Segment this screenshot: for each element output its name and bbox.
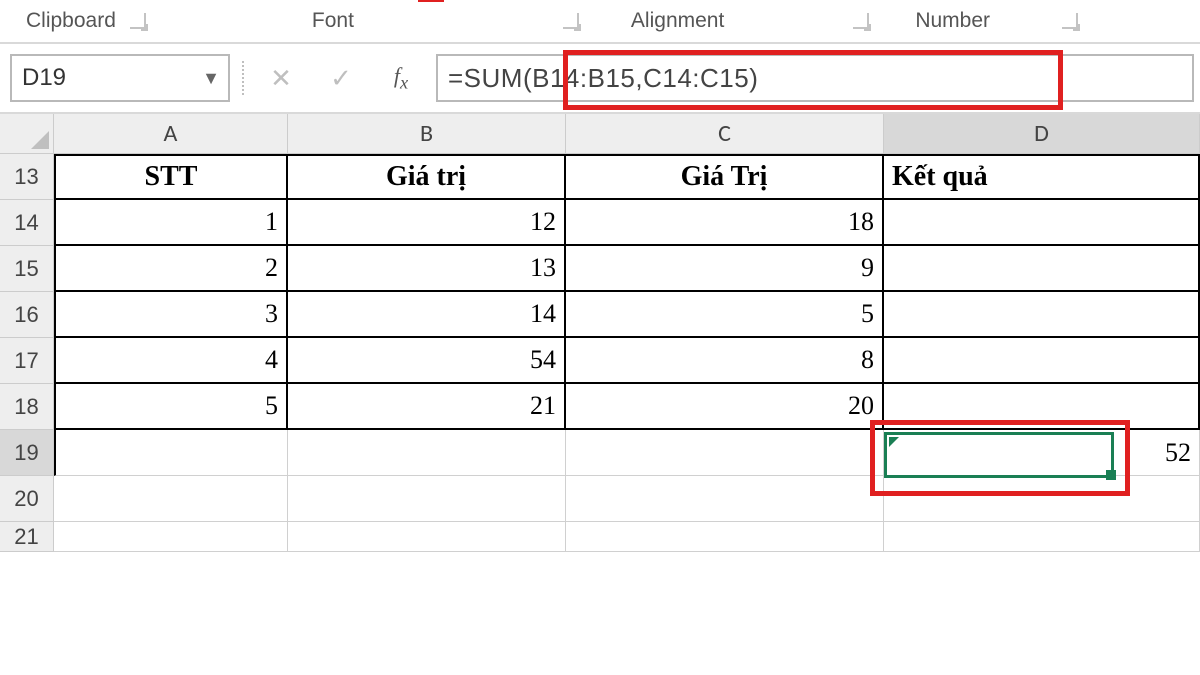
col-header-D[interactable]: D: [884, 114, 1200, 154]
formula-input[interactable]: =SUM(B14:B15,C14:C15): [436, 54, 1194, 102]
cell[interactable]: [288, 522, 566, 552]
row-header[interactable]: 14: [0, 200, 54, 246]
cell[interactable]: Kết quả: [884, 154, 1200, 200]
group-alignment: Alignment: [627, 9, 728, 33]
cell[interactable]: [884, 522, 1200, 552]
cell[interactable]: 21: [288, 384, 566, 430]
cell[interactable]: 54: [288, 338, 566, 384]
enter-button[interactable]: ✓: [316, 54, 366, 102]
cell[interactable]: [288, 430, 566, 476]
cell[interactable]: 14: [288, 292, 566, 338]
cell[interactable]: 2: [54, 246, 288, 292]
formula-bar-row: D19 ▼ ✕ ✓ fx =SUM(B14:B15,C14:C15): [0, 44, 1200, 114]
cell[interactable]: 1: [54, 200, 288, 246]
row-header[interactable]: 21: [0, 522, 54, 552]
decorative-strip: [418, 0, 444, 2]
group-number: Number: [911, 9, 994, 33]
group-clipboard: Clipboard: [22, 9, 120, 33]
cell[interactable]: [566, 430, 884, 476]
row-header[interactable]: 17: [0, 338, 54, 384]
cancel-button[interactable]: ✕: [256, 54, 306, 102]
cell[interactable]: 12: [288, 200, 566, 246]
col-header-C[interactable]: C: [566, 114, 884, 154]
cell[interactable]: 5: [54, 384, 288, 430]
cell[interactable]: 20: [566, 384, 884, 430]
name-box[interactable]: D19 ▼: [10, 54, 230, 102]
cell[interactable]: [54, 430, 288, 476]
select-all-button[interactable]: [0, 114, 54, 154]
cell[interactable]: [566, 522, 884, 552]
row-header[interactable]: 16: [0, 292, 54, 338]
cell[interactable]: 13: [288, 246, 566, 292]
ribbon-group-labels: Clipboard Font Alignment Number: [0, 0, 1200, 44]
cell[interactable]: [884, 338, 1200, 384]
launcher-icon[interactable]: [1062, 13, 1078, 29]
cell[interactable]: 8: [566, 338, 884, 384]
cell[interactable]: [54, 476, 288, 522]
col-header-A[interactable]: A: [54, 114, 288, 154]
row-header[interactable]: 15: [0, 246, 54, 292]
cell[interactable]: [54, 522, 288, 552]
cell[interactable]: [884, 476, 1200, 522]
cell[interactable]: [884, 384, 1200, 430]
launcher-icon[interactable]: [853, 13, 869, 29]
cell[interactable]: STT: [54, 154, 288, 200]
group-font: Font: [308, 9, 358, 33]
cell[interactable]: 18: [566, 200, 884, 246]
row-header[interactable]: 13: [0, 154, 54, 200]
col-header-B[interactable]: B: [288, 114, 566, 154]
cell[interactable]: 5: [566, 292, 884, 338]
cell[interactable]: Giá Trị: [566, 154, 884, 200]
cell[interactable]: [884, 292, 1200, 338]
cell[interactable]: Giá trị: [288, 154, 566, 200]
formula-text: =SUM(B14:B15,C14:C15): [448, 63, 758, 94]
cell[interactable]: 4: [54, 338, 288, 384]
cell[interactable]: [288, 476, 566, 522]
row-header[interactable]: 18: [0, 384, 54, 430]
cell[interactable]: 9: [566, 246, 884, 292]
spreadsheet-grid[interactable]: A B C D 13 STT Giá trị Giá Trị Kết quả 1…: [0, 114, 1200, 552]
cell[interactable]: [884, 246, 1200, 292]
row-header[interactable]: 20: [0, 476, 54, 522]
dropdown-icon[interactable]: ▼: [194, 68, 228, 89]
row-header[interactable]: 19: [0, 430, 54, 476]
launcher-icon[interactable]: [563, 13, 579, 29]
launcher-icon[interactable]: [130, 13, 146, 29]
cell[interactable]: 3: [54, 292, 288, 338]
cell[interactable]: [566, 476, 884, 522]
name-box-value: D19: [12, 64, 194, 92]
divider: [242, 61, 244, 95]
cell[interactable]: [884, 200, 1200, 246]
insert-function-button[interactable]: fx: [376, 54, 426, 102]
cell-D19[interactable]: 52: [884, 430, 1200, 476]
